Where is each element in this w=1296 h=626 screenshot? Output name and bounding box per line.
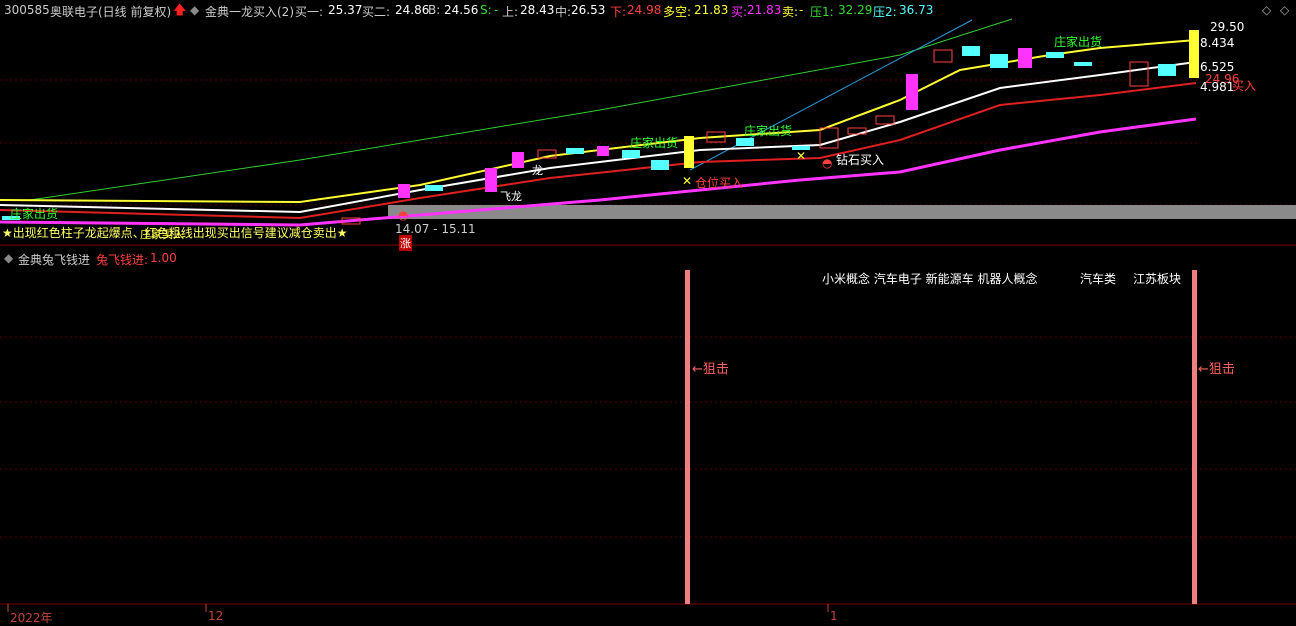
tag-jiangsu: 江苏板块 xyxy=(1133,272,1182,286)
sniper-bar-1 xyxy=(685,270,690,604)
axis-month-1: 1 xyxy=(830,609,838,623)
price-label-5: 4.981 xyxy=(1200,80,1235,94)
cangwei-mairu: 仓位买入 xyxy=(695,176,744,190)
zhuangjia-chuhuo-left: 庄家出货 xyxy=(10,207,59,221)
x-marker-icon: ✕ xyxy=(682,174,693,188)
sniper-bar-2 xyxy=(1192,270,1197,604)
zhuangjia-chuhuo-right: 庄家出货 xyxy=(1054,35,1103,49)
sniper-label-2: ←狙击 xyxy=(1198,362,1235,377)
price-label-2: 8.434 xyxy=(1200,36,1235,50)
sub-indicator-title[interactable]: 金典兔飞钱进 xyxy=(18,251,90,268)
sub-param-label: 兔飞钱进: xyxy=(96,253,149,267)
feilong-label: 飞龙 xyxy=(500,190,522,203)
kline-chart[interactable] xyxy=(0,0,1296,623)
axis-year: 2022年 xyxy=(10,611,53,625)
tag-auto: 汽车类 xyxy=(1080,272,1117,286)
axis-month-12: 12 xyxy=(208,609,224,623)
zuanshi-mairu: 钻石买入 xyxy=(836,153,885,167)
wifi-signal-icon: ◓ xyxy=(822,156,833,170)
banner-text: ★出现红色柱子龙起爆点、红色粗线出现买出信号建议减仓卖出★ xyxy=(2,226,348,240)
zhuangjia-chuhuo-mid1: 庄家出货 xyxy=(630,136,679,150)
range-label: 14.07 - 15.11 xyxy=(395,222,476,236)
x-marker-icon: ✕ xyxy=(796,149,807,163)
zhang-label: 涨 xyxy=(399,235,412,251)
price-label-top: 29.50 xyxy=(1210,20,1245,34)
diamond-icon[interactable]: ◆ xyxy=(4,251,13,265)
wifi-signal-icon: ◓ xyxy=(398,208,409,222)
long-label: 龙 xyxy=(532,164,543,177)
sub-param-value: 1.00 xyxy=(150,251,177,265)
sniper-label-1: ←狙击 xyxy=(692,362,729,377)
concept-tags: 小米概念 汽车电子 新能源车 机器人概念 xyxy=(822,272,1038,286)
zhuangjia-chuhuo-mid2: 庄家出货 xyxy=(744,124,793,138)
buy-tag-right: 买入 xyxy=(1232,79,1257,93)
white-line xyxy=(0,61,1197,214)
